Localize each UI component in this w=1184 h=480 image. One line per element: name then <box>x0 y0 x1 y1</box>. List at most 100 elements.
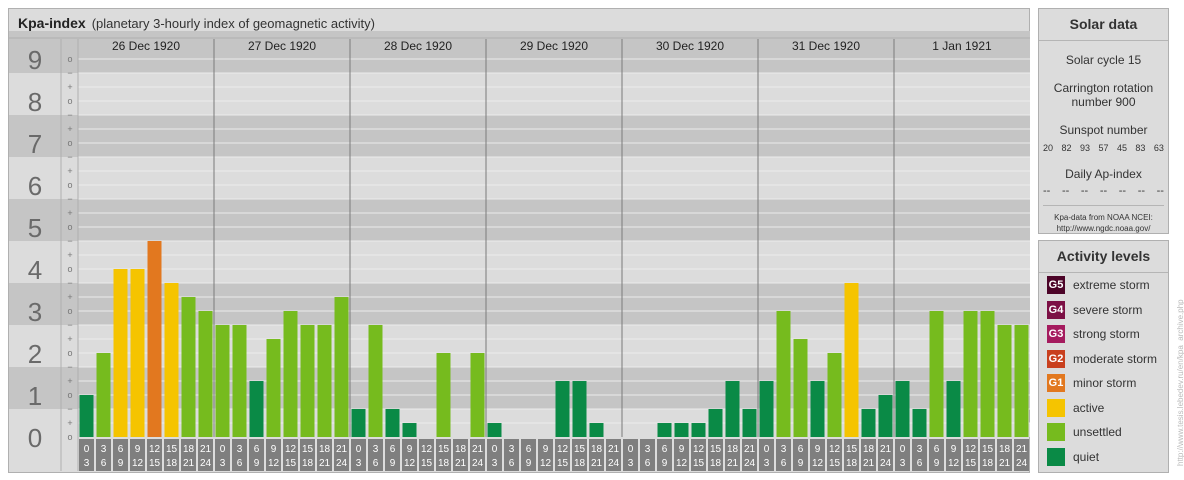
interval-start-label: 9 <box>271 444 277 455</box>
kpa-chart-panel: 0 1 2 3 4 5 6 7 8 9 o + − o + − o + − o + − o + − o + − o + − o + − o + − o 26… <box>8 8 1030 473</box>
interval-end-label: 21 <box>727 458 739 469</box>
kp-bar <box>300 324 315 437</box>
legend-label: extreme storm <box>1073 278 1150 292</box>
y-minor-tick-label: − <box>67 68 72 78</box>
interval-end-label: 3 <box>900 458 906 469</box>
legend-item: unsettled <box>1047 423 1122 441</box>
kp-bar <box>912 408 927 437</box>
y-tick-label: 2 <box>28 339 42 369</box>
y-minor-tick-label: − <box>67 404 72 414</box>
y-minor-tick-label: o <box>67 264 72 274</box>
y-minor-tick-label: − <box>67 110 72 120</box>
kp-bar <box>385 408 400 437</box>
interval-end-label: 21 <box>183 458 195 469</box>
grid-band <box>9 115 1030 157</box>
sunspot-value: 83 <box>1135 143 1146 153</box>
legend-label: quiet <box>1073 449 1100 464</box>
interval-end-label: 6 <box>645 458 651 469</box>
y-minor-tick-label: o <box>67 432 72 442</box>
interval-start-label: 0 <box>628 444 634 455</box>
legend-item: active <box>1047 398 1105 417</box>
y-minor-tick-label: − <box>67 152 72 162</box>
data-source-url[interactable]: http://www.ngdc.noaa.gov/ <box>1039 223 1168 234</box>
y-minor-tick-label: + <box>67 334 72 344</box>
kp-bar <box>657 423 672 437</box>
interval-end-label: 3 <box>492 458 498 469</box>
interval-start-label: 9 <box>951 444 957 455</box>
kp-bar <box>181 297 196 437</box>
kp-bar <box>793 339 808 437</box>
legend-swatch: G5 <box>1047 276 1065 294</box>
interval-end-label: 9 <box>798 458 804 469</box>
chart-subtitle: (planetary 3-hourly index of geomagnetic… <box>91 16 375 31</box>
y-tick-label: 8 <box>28 87 42 117</box>
grid-band <box>9 199 1030 241</box>
interval-start-label: 0 <box>356 444 362 455</box>
solar-cycle: Solar cycle 15 <box>1065 53 1142 67</box>
interval-end-label: 9 <box>254 458 260 469</box>
interval-end-label: 21 <box>999 458 1011 469</box>
interval-end-label: 12 <box>132 458 144 469</box>
kp-bar <box>96 353 111 437</box>
legend-swatch: G4 <box>1047 300 1065 319</box>
kp-bar <box>742 408 757 437</box>
y-minor-tick-label: o <box>67 306 72 316</box>
ap-value: -- <box>1137 185 1146 197</box>
kp-bar <box>436 353 451 437</box>
interval-start-label: 21 <box>880 444 892 455</box>
legend-label: minor storm <box>1073 376 1137 390</box>
interval-start-label: 18 <box>863 444 875 455</box>
legend-label: active <box>1073 400 1105 415</box>
interval-start-label: 18 <box>591 444 603 455</box>
interval-end-label: 15 <box>285 458 297 469</box>
interval-start-label: 21 <box>1016 444 1028 455</box>
interval-end-label: 9 <box>526 458 532 469</box>
interval-end-label: 9 <box>934 458 940 469</box>
sunspot-value: 63 <box>1153 143 1164 153</box>
kp-bar <box>402 423 417 437</box>
interval-start-label: 15 <box>302 444 314 455</box>
data-source: Kpa-data from NOAA NCEI: http://www.ngdc… <box>1039 212 1168 234</box>
kp-bar <box>827 353 842 437</box>
ap-value: -- <box>1080 185 1089 197</box>
kp-bar <box>317 324 332 437</box>
kp-bar <box>334 297 349 437</box>
interval-start-label: 0 <box>492 444 498 455</box>
interval-end-label: 21 <box>591 458 603 469</box>
kp-bar <box>555 381 570 437</box>
interval-end-label: 12 <box>948 458 960 469</box>
interval-start-label: 21 <box>472 444 484 455</box>
sunspot-value: 45 <box>1116 143 1127 153</box>
interval-start-label: 6 <box>662 444 668 455</box>
kp-bar <box>470 353 485 437</box>
sunspot-value: 20 <box>1043 143 1054 153</box>
kp-bar <box>759 381 774 437</box>
interval-end-label: 6 <box>917 458 923 469</box>
y-minor-tick-label: + <box>67 250 72 260</box>
grid-band <box>9 367 1030 409</box>
interval-end-label: 24 <box>1016 458 1028 469</box>
interval-end-label: 9 <box>118 458 124 469</box>
y-minor-tick-label: − <box>67 278 72 288</box>
y-minor-tick-label: o <box>67 96 72 106</box>
interval-end-label: 15 <box>693 458 705 469</box>
interval-end-label: 18 <box>438 458 450 469</box>
interval-end-label: 9 <box>390 458 396 469</box>
interval-start-label: 12 <box>965 444 977 455</box>
interval-end-label: 6 <box>373 458 379 469</box>
activity-levels-title: Activity levels <box>1039 241 1168 273</box>
y-tick-label: 6 <box>28 171 42 201</box>
interval-end-label: 18 <box>710 458 722 469</box>
activity-levels-panel: Activity levels G5 extreme storm G4 severe … <box>1038 240 1169 473</box>
interval-start-label: 15 <box>166 444 178 455</box>
interval-start-label: 12 <box>421 444 433 455</box>
interval-end-label: 12 <box>676 458 688 469</box>
interval-end-label: 15 <box>829 458 841 469</box>
interval-end-label: 12 <box>540 458 552 469</box>
grid-band <box>9 157 1030 199</box>
y-tick-label: 1 <box>28 381 42 411</box>
kp-bar <box>113 269 128 437</box>
kp-bar <box>997 324 1012 437</box>
interval-start-label: 15 <box>710 444 722 455</box>
interval-start-label: 3 <box>509 444 515 455</box>
